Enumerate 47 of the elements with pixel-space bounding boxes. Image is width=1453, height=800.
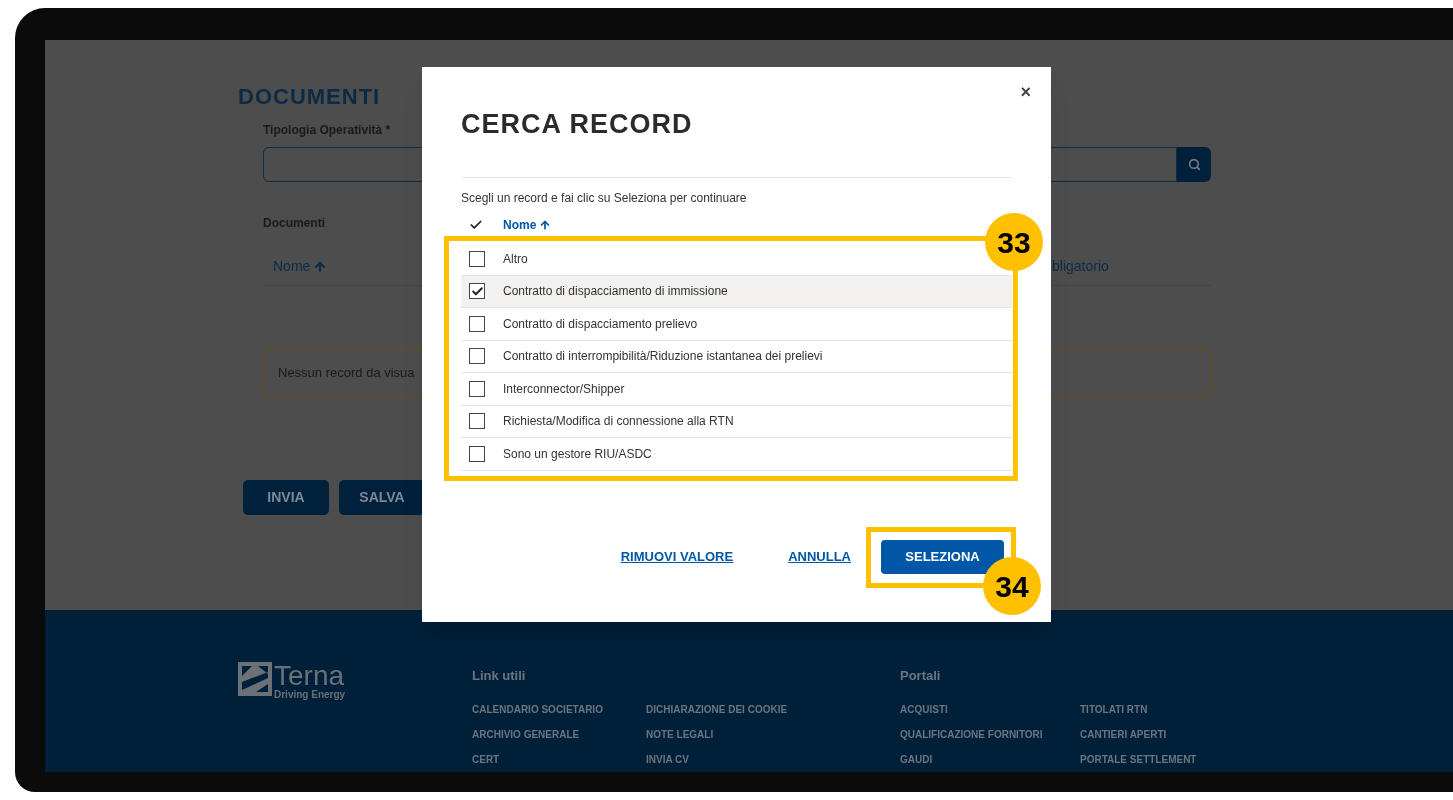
checkbox[interactable] — [469, 283, 485, 300]
search-button[interactable] — [1177, 147, 1211, 182]
footer-heading: Portali — [900, 667, 942, 685]
record-name: Interconnector/Shipper — [503, 380, 625, 398]
action-link[interactable]: RIMUOVI VALORE — [620, 547, 734, 567]
checkbox[interactable] — [469, 250, 485, 267]
record-name: Altro — [503, 250, 528, 268]
footer-link[interactable]: CALENDARIO SOCIETARIO — [472, 703, 646, 716]
record-name: Sono un gestore RIU/ASDC — [503, 445, 652, 463]
action-link[interactable]: ANNULLA — [788, 547, 851, 567]
footer-link[interactable]: ARCHIVIO GENERALE — [472, 728, 646, 741]
footer-link[interactable]: CERT — [472, 753, 646, 766]
column-header[interactable]: Nome — [503, 216, 537, 234]
footer-link[interactable]: INVIA CV — [646, 753, 820, 766]
checkbox[interactable] — [469, 315, 485, 332]
step-number: 33 — [985, 213, 1043, 271]
footer-link[interactable]: ACQUISTI — [900, 703, 1080, 716]
close-button[interactable]: × — [1020, 83, 1031, 101]
form-button[interactable]: SALVA — [339, 480, 425, 515]
step-number: 34 — [983, 557, 1041, 615]
logo-tagline: Driving Energy — [274, 690, 346, 700]
checkbox[interactable] — [469, 445, 485, 462]
footer-link[interactable]: PORTALE SETTLEMENT — [1080, 753, 1260, 766]
select-button[interactable]: SELEZIONA — [881, 540, 1004, 574]
footer-link[interactable]: DICHIARAZIONE DEI COOKIE — [646, 703, 820, 716]
checkbox[interactable] — [469, 348, 485, 365]
checkbox[interactable] — [469, 380, 485, 397]
form-button[interactable]: INVIA — [243, 480, 329, 515]
logo-name: Terna — [274, 662, 346, 690]
instruction-text: Scegli un record e fai clic su Seleziona per continuare — [461, 190, 748, 207]
record-name: Richiesta/Modifica di connessione alla RTN — [503, 413, 734, 431]
footer-heading: Link utili — [472, 667, 527, 685]
search-icon — [1187, 158, 1201, 171]
logo-icon — [238, 662, 272, 696]
checkbox[interactable] — [469, 413, 485, 430]
modal-title: CERCA RECORD — [461, 111, 694, 138]
check-icon — [469, 218, 483, 232]
page-title: DOCUMENTI — [238, 83, 381, 111]
record-name: Contratto di interrompibilità/Riduzione istantanea dei prelievi — [503, 348, 823, 366]
record-name: Contratto di dispacciamento di immissione — [503, 283, 728, 301]
record-name: Contratto di dispacciamento prelievo — [503, 315, 698, 333]
footer-link[interactable]: GAUDI — [900, 753, 1080, 766]
footer-link[interactable]: QUALIFICAZIONE FORNITORI — [900, 728, 1080, 741]
record-row[interactable]: Contratto di dispacciamento di immissione — [461, 275, 1012, 308]
footer-link[interactable]: TITOLATI RTN — [1080, 703, 1260, 716]
footer-link[interactable]: CANTIERI APERTI — [1080, 728, 1260, 741]
footer-link[interactable]: NOTE LEGALI — [646, 728, 820, 741]
